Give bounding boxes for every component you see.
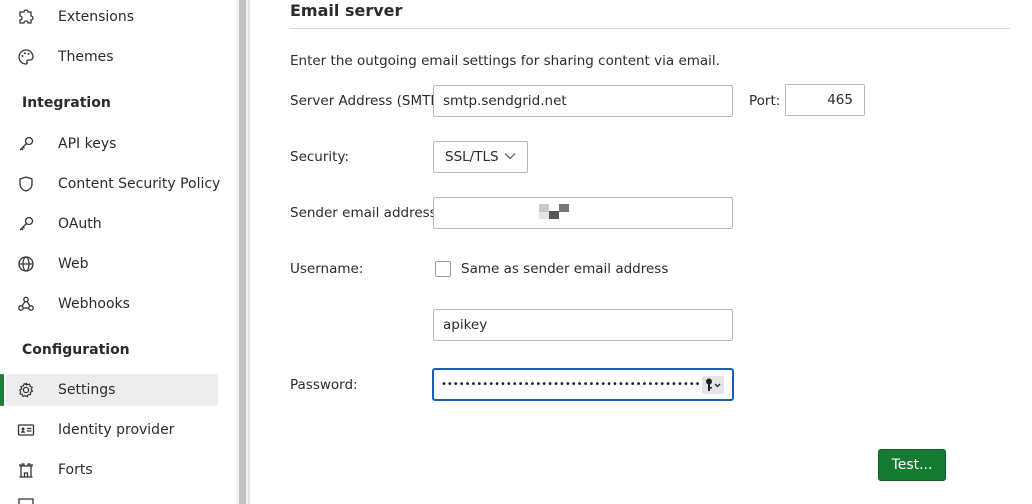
- sidebar-item-label: Webhooks: [58, 296, 130, 312]
- sidebar-item-label: Themes: [58, 49, 114, 65]
- server-address-value: smtp.sendgrid.net: [443, 93, 567, 109]
- same-as-sender-label[interactable]: Same as sender email address: [461, 261, 668, 277]
- sidebar-item-oauth[interactable]: OAuth: [6, 208, 218, 240]
- partial-icon: [18, 498, 34, 504]
- sidebar-item-label: Identity provider: [58, 422, 175, 438]
- chevron-down-icon: [504, 153, 516, 160]
- sidebar-item-label: Extensions: [58, 9, 135, 25]
- redaction-block: [539, 212, 549, 219]
- username-value: apikey: [443, 317, 488, 333]
- fort-icon: [19, 463, 33, 478]
- sidebar-item-web[interactable]: Web: [6, 248, 218, 280]
- security-select[interactable]: SSL/TLS: [433, 141, 528, 173]
- sidebar-item-extensions[interactable]: Extensions: [6, 1, 218, 33]
- sidebar-item-label: Forts: [58, 462, 93, 478]
- sidebar: Extensions Themes Integration API keys C…: [0, 0, 236, 504]
- title-divider: [290, 28, 1010, 29]
- sidebar-item-webhooks[interactable]: Webhooks: [6, 288, 218, 320]
- password-manager-button[interactable]: [702, 376, 724, 394]
- sidebar-item-label: Web: [58, 256, 89, 272]
- sender-email-input[interactable]: [433, 197, 733, 229]
- sidebar-item-content-security-policy[interactable]: Content Security Policy: [6, 168, 221, 200]
- port-value: 465: [827, 92, 853, 108]
- page-title: Email server: [290, 1, 403, 20]
- same-as-sender-checkbox[interactable]: [435, 261, 451, 277]
- password-value: ••••••••••••••••••••••••••••••••••••••••…: [441, 379, 701, 390]
- test-button[interactable]: Test...: [878, 449, 946, 481]
- section-title-integration: Integration: [22, 95, 111, 111]
- section-description: Enter the outgoing email settings for sh…: [290, 53, 720, 69]
- gear-icon: [19, 382, 34, 398]
- panel-divider: [248, 0, 250, 504]
- shield-icon: [19, 176, 33, 192]
- security-value: SSL/TLS: [445, 149, 499, 165]
- section-title-configuration: Configuration: [22, 342, 130, 358]
- sidebar-item-settings[interactable]: Settings: [6, 374, 218, 406]
- key-icon: [19, 136, 34, 151]
- sidebar-item-api-keys[interactable]: API keys: [6, 128, 218, 160]
- port-label: Port:: [749, 93, 781, 109]
- sidebar-item-label: Settings: [58, 382, 116, 398]
- id-card-icon: [17, 424, 35, 436]
- username-input[interactable]: apikey: [433, 309, 733, 341]
- key-icon: [19, 216, 34, 231]
- server-address-label: Server Address (SMTP):: [290, 93, 449, 109]
- server-address-input[interactable]: smtp.sendgrid.net: [433, 85, 733, 117]
- security-label: Security:: [290, 149, 350, 165]
- puzzle-icon: [19, 9, 34, 24]
- port-input[interactable]: 465: [785, 84, 865, 116]
- username-label: Username:: [290, 261, 364, 277]
- password-input[interactable]: ••••••••••••••••••••••••••••••••••••••••…: [432, 368, 734, 401]
- sidebar-item-label: OAuth: [58, 216, 102, 232]
- globe-icon: [18, 256, 34, 272]
- sidebar-item-forts[interactable]: Forts: [6, 454, 218, 486]
- sidebar-item-label: Content Security Policy: [58, 176, 221, 192]
- redaction-block: [559, 204, 569, 212]
- key-icon: [706, 378, 721, 391]
- password-label: Password:: [290, 377, 358, 393]
- palette-icon: [18, 49, 34, 65]
- webhook-icon: [18, 296, 34, 311]
- sidebar-item-identity-provider[interactable]: Identity provider: [6, 414, 218, 446]
- sidebar-item-themes[interactable]: Themes: [6, 41, 218, 73]
- active-indicator: [0, 374, 4, 406]
- redaction-block: [549, 211, 559, 219]
- sender-email-label: Sender email address:: [290, 205, 442, 221]
- redaction-block: [539, 204, 549, 212]
- scrollbar-thumb[interactable]: [239, 0, 246, 504]
- sidebar-item-label: API keys: [58, 136, 117, 152]
